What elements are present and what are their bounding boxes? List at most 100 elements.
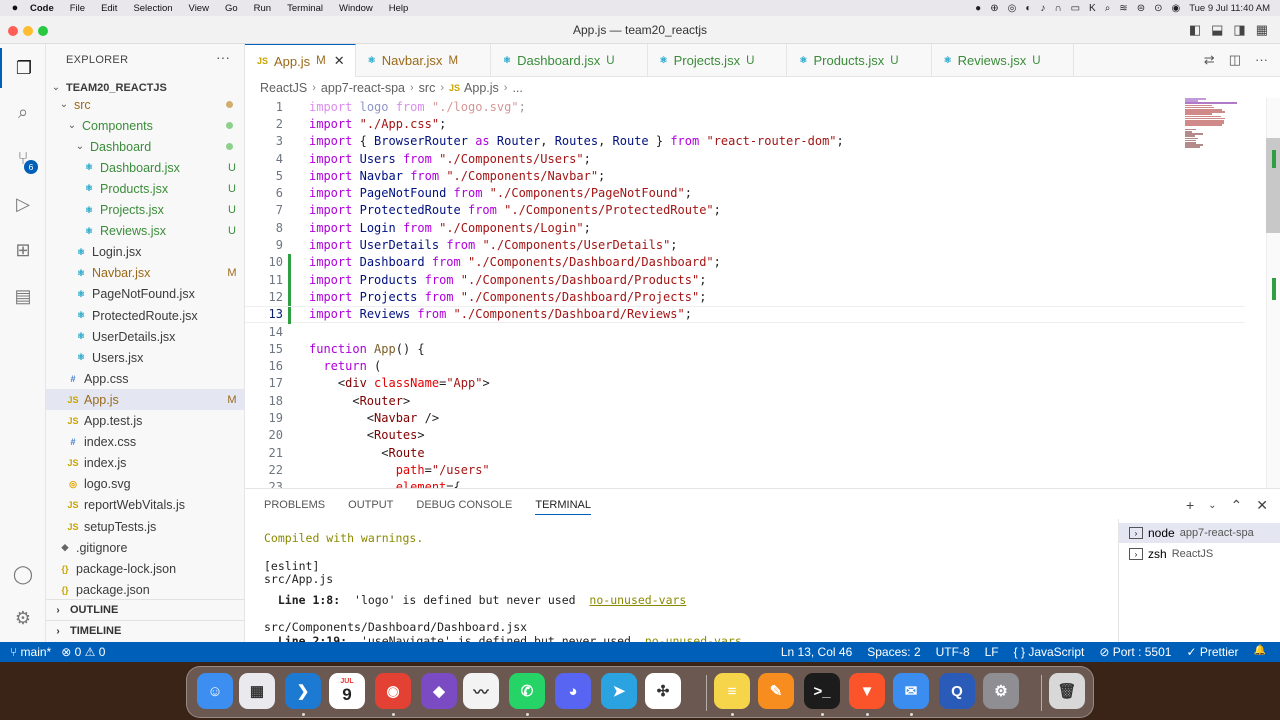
vscode-icon[interactable]: ❯ [285, 673, 321, 709]
search-spotlight-icon[interactable]: ⌕ [1105, 3, 1111, 14]
run-debug-icon[interactable]: ▷ [0, 184, 46, 224]
editor-tab[interactable]: ⚛ Dashboard.jsx U [491, 44, 648, 77]
menu-window[interactable]: Window [339, 3, 373, 14]
minimap[interactable] [1185, 98, 1245, 178]
code-line[interactable]: 11 import Products from "./Components/Das… [245, 271, 1245, 289]
open-changes-icon[interactable]: ⇄ [1204, 52, 1215, 68]
pages-icon[interactable]: ✎ [758, 673, 794, 709]
menu-selection[interactable]: Selection [133, 3, 172, 14]
breadcrumb-item[interactable]: App.js [464, 81, 499, 95]
language-mode[interactable]: { } JavaScript [1014, 645, 1085, 659]
tree-file[interactable]: ◎ logo.svg [46, 474, 245, 495]
tab-debug-console[interactable]: DEBUG CONSOLE [416, 499, 512, 515]
tree-file[interactable]: # index.css [46, 432, 245, 453]
kaspersky-icon[interactable]: K [1089, 3, 1096, 14]
terminal-icon[interactable]: >_ [804, 673, 840, 709]
accounts-icon[interactable]: ◯ [0, 554, 46, 594]
notes-icon[interactable]: ≡ [714, 673, 750, 709]
warning-rule-link[interactable]: no-unused-vars [589, 593, 686, 607]
tab-terminal[interactable]: TERMINAL [535, 499, 591, 515]
split-editor-icon[interactable]: ◫ [1229, 52, 1241, 68]
tree-file[interactable]: ⚛ PageNotFound.jsx [46, 284, 245, 305]
tree-file[interactable]: ⚛ ProtectedRoute.jsx [46, 305, 245, 326]
tab-output[interactable]: OUTPUT [348, 499, 393, 515]
search-icon[interactable]: ⌕ [0, 92, 46, 132]
more-actions-icon[interactable]: ··· [216, 49, 230, 65]
wifi-icon[interactable]: ≋ [1119, 3, 1127, 14]
code-line[interactable]: 10 import Dashboard from "./Components/Da… [245, 253, 1245, 271]
github-icon[interactable]: ◆ [421, 673, 457, 709]
tree-folder[interactable]: ⌄ Dashboard [46, 136, 245, 157]
chrome-icon[interactable]: ◉ [375, 673, 411, 709]
tree-file[interactable]: ⚛ Products.jsx U [46, 178, 245, 199]
tree-file[interactable]: ⚛ Projects.jsx U [46, 200, 245, 221]
tree-file[interactable]: {} package.json [46, 579, 245, 600]
end-of-line[interactable]: LF [985, 645, 999, 659]
breadcrumb-item[interactable]: app7-react-spa [321, 81, 405, 95]
live-server-port[interactable]: ⊘ Port : 5501 [1099, 645, 1171, 659]
breadcrumb-item[interactable]: ... [512, 81, 522, 95]
code-line[interactable]: 20 <Routes> [245, 427, 1245, 444]
docker-icon[interactable]: ▤ [0, 276, 46, 316]
menu-help[interactable]: Help [389, 3, 409, 14]
source-control-icon[interactable]: ⑂ 6 [0, 138, 46, 178]
tree-folder[interactable]: ⌄ src [46, 94, 245, 115]
code-line[interactable]: 23 element={ [245, 479, 1245, 488]
explorer-icon[interactable]: ❐ [0, 48, 46, 88]
menu-file[interactable]: File [70, 3, 85, 14]
tree-file[interactable]: JS reportWebVitals.js [46, 495, 245, 516]
close-panel-icon[interactable]: ✕ [1256, 497, 1268, 514]
code-line[interactable]: 9 import UserDetails from "./Components/U… [245, 236, 1245, 253]
finder-icon[interactable]: ☺ [197, 673, 233, 709]
breadcrumb-item[interactable]: src [419, 81, 436, 95]
tree-file[interactable]: # App.css [46, 368, 245, 389]
editor-tab[interactable]: JS App.js M ✕ [245, 44, 356, 77]
breadcrumb-item[interactable]: ReactJS [260, 81, 307, 95]
problems-status[interactable]: ⊗ 0 ⚠ 0 [61, 645, 105, 659]
compass-icon[interactable]: ◐ [1025, 3, 1031, 14]
customize-layout-icon[interactable]: ▦ [1256, 22, 1268, 38]
tree-file[interactable]: ⚛ UserDetails.jsx [46, 326, 245, 347]
code-line[interactable]: 5 import Navbar from "./Components/Navbar… [245, 167, 1245, 184]
menu-edit[interactable]: Edit [101, 3, 117, 14]
screen-mirror-icon[interactable]: ▭ [1071, 3, 1080, 14]
code-line[interactable]: 14 [245, 323, 1245, 340]
menu-view[interactable]: View [189, 3, 209, 14]
code-line[interactable]: 4 import Users from "./Components/Users"; [245, 150, 1245, 167]
tree-file[interactable]: ⚛ Reviews.jsx U [46, 221, 245, 242]
code-editor[interactable]: 1 import logo from "./logo.svg"; 2 import "… [245, 98, 1280, 488]
brave-icon[interactable]: ▼ [849, 673, 885, 709]
discord-icon[interactable]: ◕ [555, 673, 591, 709]
tree-folder[interactable]: ⌄ Components [46, 115, 245, 136]
tab-problems[interactable]: PROBLEMS [264, 499, 325, 515]
editor-scrollbar[interactable] [1266, 98, 1280, 488]
chatgpt-icon[interactable]: ✣ [645, 673, 681, 709]
quicktime-icon[interactable]: Q [939, 673, 975, 709]
encoding[interactable]: UTF-8 [936, 645, 970, 659]
tree-file[interactable]: ⚛ Users.jsx [46, 347, 245, 368]
menu-run[interactable]: Run [254, 3, 271, 14]
editor-tab[interactable]: ⚛ Navbar.jsx M [356, 44, 492, 77]
indentation[interactable]: Spaces: 2 [867, 645, 920, 659]
editor-tab[interactable]: ⚛ Projects.jsx U [648, 44, 788, 77]
code-line[interactable]: 1 import logo from "./logo.svg"; [245, 98, 1245, 115]
launchpad-icon[interactable]: ▦ [239, 673, 275, 709]
menu-app-code[interactable]: Code [30, 3, 54, 14]
new-terminal-icon[interactable]: + [1186, 497, 1194, 514]
code-line[interactable]: 18 <Router> [245, 392, 1245, 409]
timeline-section[interactable]: › TIMELINE [46, 620, 245, 641]
code-line[interactable]: 19 <Navbar /> [245, 409, 1245, 426]
prettier-status[interactable]: ✓ Prettier [1186, 645, 1238, 659]
code-line[interactable]: 15 function App() { [245, 340, 1245, 357]
code-line[interactable]: 2 import "./App.css"; [245, 115, 1245, 132]
code-line[interactable]: 3 import { BrowserRouter as Router, Route… [245, 133, 1245, 150]
close-tab-icon[interactable]: ✕ [334, 53, 345, 69]
code-line[interactable]: 7 import ProtectedRoute from "./Component… [245, 202, 1245, 219]
maximize-panel-icon[interactable]: ⌃ [1231, 497, 1243, 514]
editor-tab[interactable]: ⚛ Products.jsx U [787, 44, 932, 77]
menu-terminal[interactable]: Terminal [287, 3, 323, 14]
notifications-bell-icon[interactable]: 🔔 [1254, 645, 1266, 659]
apple-logo-icon[interactable]: ● [0, 2, 30, 14]
control-center-icon[interactable]: ⊜ [1137, 3, 1145, 14]
menu-go[interactable]: Go [225, 3, 238, 14]
